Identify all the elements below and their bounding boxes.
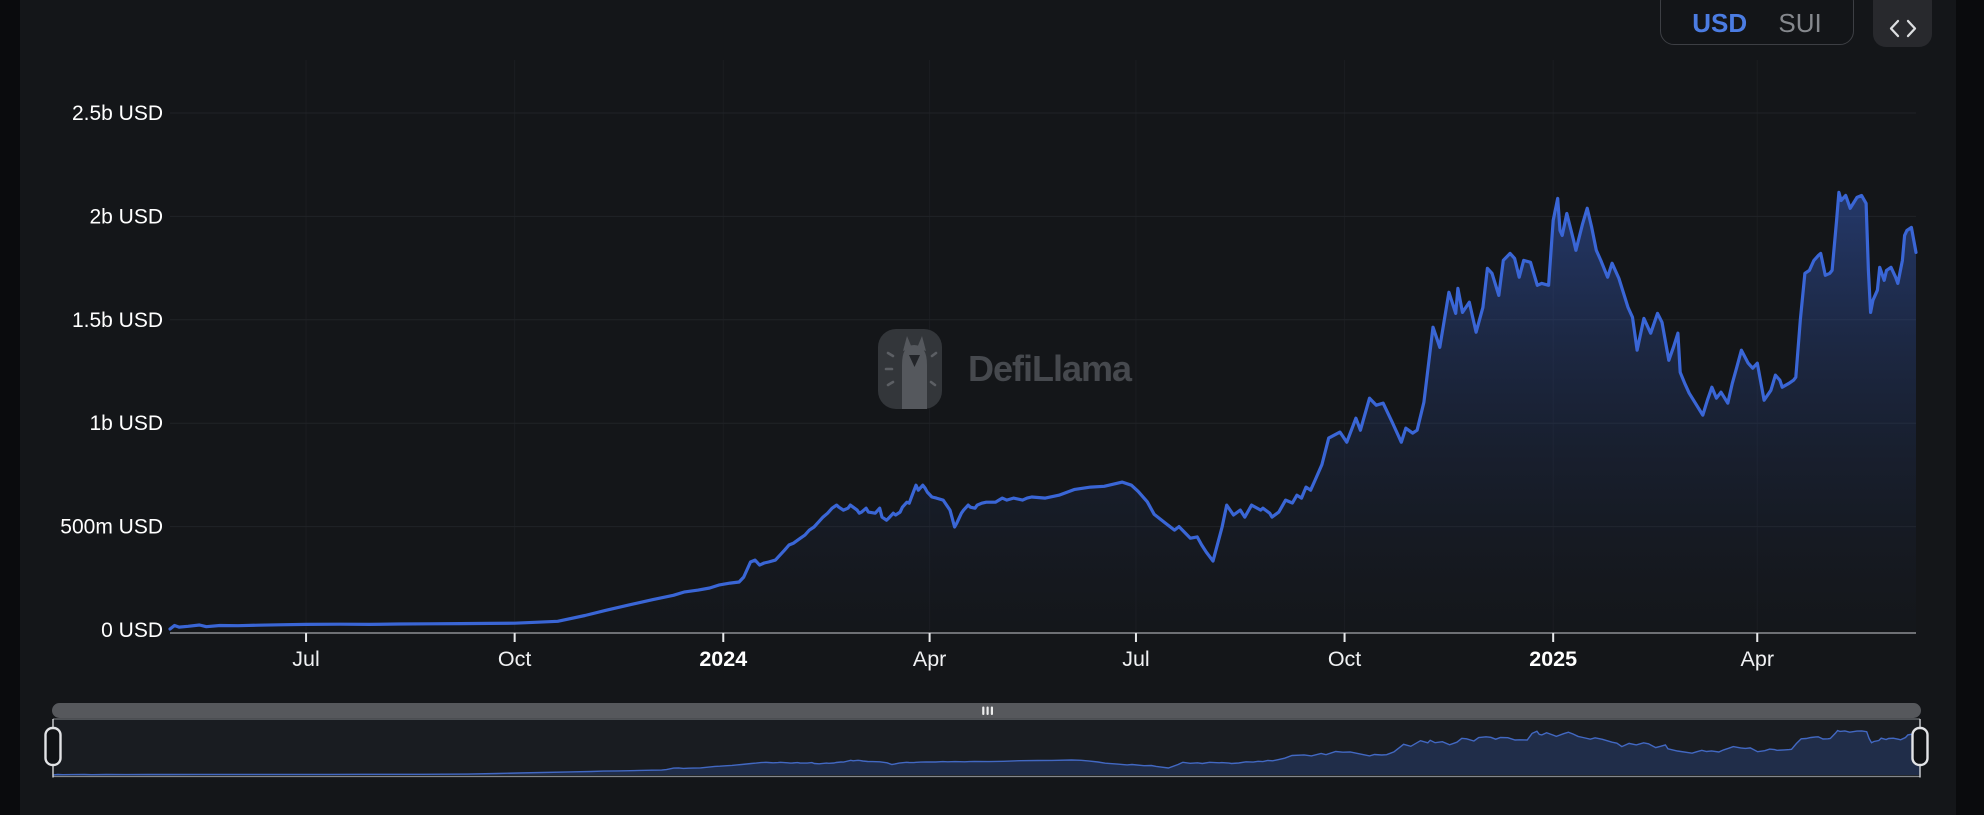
brush-left-handle[interactable] (46, 728, 61, 765)
svg-text:Oct: Oct (1328, 647, 1361, 671)
svg-text:Jul: Jul (1122, 647, 1149, 671)
svg-text:2025: 2025 (1529, 647, 1577, 671)
svg-text:0 USD: 0 USD (101, 619, 163, 642)
data-zoom-brush (46, 703, 1928, 778)
svg-text:Oct: Oct (498, 647, 531, 671)
x-axis-labels: Jul Oct 2024 Apr Jul Oct 2025 Apr (292, 647, 1774, 671)
svg-text:500m USD: 500m USD (60, 516, 163, 539)
currency-option-sui[interactable]: SUI (1778, 10, 1821, 36)
svg-text:2024: 2024 (699, 647, 747, 671)
svg-text:1b USD: 1b USD (89, 412, 163, 435)
page-background: Jul Oct 2024 Apr Jul Oct 2025 Apr 0 USD 500m USD 1… (0, 0, 1984, 815)
y-axis-labels: 0 USD 500m USD 1b USD 1.5b USD 2b USD 2.5b US… (60, 102, 163, 642)
svg-text:2.5b USD: 2.5b USD (72, 102, 163, 125)
x-axis-ticks (306, 633, 1757, 642)
grip-dots-icon[interactable] (982, 707, 993, 716)
currency-toggle: USD SUI (1660, 0, 1854, 45)
currency-option-usd[interactable]: USD (1692, 10, 1747, 36)
svg-text:Apr: Apr (913, 647, 946, 671)
svg-text:Apr: Apr (1741, 647, 1774, 671)
code-embed-icon (1888, 19, 1918, 38)
brush-right-handle[interactable] (1913, 728, 1928, 765)
tvl-area-chart: Jul Oct 2024 Apr Jul Oct 2025 Apr 0 USD 500m USD 1… (0, 0, 1984, 815)
svg-text:Jul: Jul (292, 647, 319, 671)
svg-text:1.5b USD: 1.5b USD (72, 309, 163, 332)
chart-plot-area[interactable] (170, 40, 1916, 630)
embed-chart-button[interactable] (1873, 0, 1932, 47)
svg-text:2b USD: 2b USD (89, 205, 163, 228)
